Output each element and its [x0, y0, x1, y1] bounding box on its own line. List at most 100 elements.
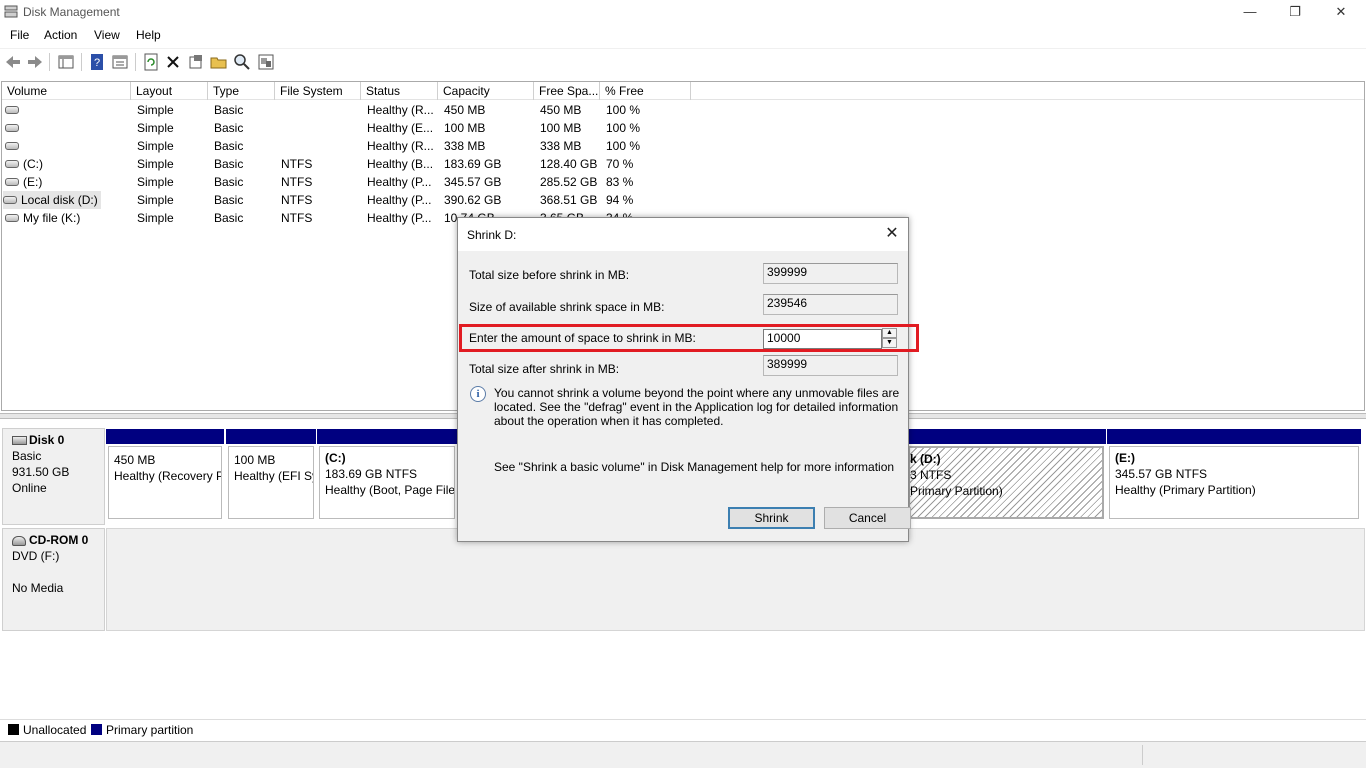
drive-icon — [5, 159, 19, 168]
legend-primary: Primary partition — [91, 723, 193, 737]
status-cell: Healthy (P... — [367, 211, 432, 225]
free-cell: 450 MB — [540, 103, 582, 117]
table-row[interactable]: Simple Basic Healthy (R... 338 MB 338 MB… — [2, 137, 1364, 155]
window-title: Disk Management — [23, 5, 120, 19]
properties-list-icon[interactable] — [110, 52, 130, 72]
free-cell: 338 MB — [540, 139, 582, 153]
partition-efi[interactable]: 100 MB Healthy (EFI Sy — [226, 429, 316, 521]
col-file-system[interactable]: File System — [275, 82, 361, 100]
status-cell: Healthy (R... — [367, 139, 434, 153]
col-type[interactable]: Type — [208, 82, 275, 100]
explore-icon[interactable] — [232, 52, 252, 72]
partition-bar — [226, 429, 316, 444]
help-icon[interactable]: ? — [87, 52, 107, 72]
menu-help[interactable]: Help — [136, 28, 161, 42]
layout-cell: Simple — [137, 121, 174, 135]
type-cell: Basic — [214, 139, 244, 153]
volume-cell: Local disk (D:) — [3, 191, 101, 209]
partition-c[interactable]: (C:) 183.69 GB NTFS Healthy (Boot, Page … — [317, 429, 457, 521]
free-cell: 100 MB — [540, 121, 582, 135]
forward-icon[interactable] — [25, 52, 45, 72]
spin-up-icon[interactable]: ▲ — [882, 328, 897, 338]
drive-icon — [5, 105, 19, 114]
drive-icon — [5, 141, 19, 150]
col-free-space[interactable]: Free Spa... — [534, 82, 600, 100]
partition-bar — [908, 429, 1106, 444]
dialog-titlebar: Shrink D: ✕ — [458, 218, 908, 251]
menu-bar: File Action View Help — [0, 24, 1366, 46]
col-volume[interactable]: Volume — [2, 82, 131, 100]
volume-list-header: Volume Layout Type File System Status Ca… — [2, 82, 1364, 100]
table-row[interactable]: (E:) Simple Basic NTFS Healthy (P... 345… — [2, 173, 1364, 191]
menu-view[interactable]: View — [94, 28, 120, 42]
cdrom0-name: CD-ROM 0 — [29, 533, 89, 547]
legend: Unallocated Primary partition — [0, 719, 1366, 739]
shrink-amount-input[interactable]: 10000 — [763, 329, 882, 349]
status-cell: Healthy (R... — [367, 103, 434, 117]
menu-action[interactable]: Action — [44, 28, 77, 42]
partition-d[interactable]: k (D:) 3 NTFS Primary Partition) — [908, 429, 1106, 521]
properties-icon[interactable] — [186, 52, 206, 72]
total-before-field: 399999 — [763, 263, 898, 284]
minimize-button[interactable]: — — [1227, 0, 1273, 24]
delete-icon[interactable] — [163, 52, 183, 72]
disk0-name: Disk 0 — [29, 433, 65, 447]
fs-cell — [281, 119, 361, 137]
disk0-status: Online — [12, 481, 47, 495]
shrink-dialog: Shrink D: ✕ Total size before shrink in … — [457, 217, 919, 542]
amount-label: Enter the amount of space to shrink in M… — [469, 331, 696, 345]
menu-file[interactable]: File — [10, 28, 29, 42]
spin-down-icon[interactable]: ▼ — [882, 338, 897, 348]
partition-e[interactable]: (E:) 345.57 GB NTFS Healthy (Primary Par… — [1107, 429, 1361, 521]
capacity-cell: 183.69 GB — [444, 157, 502, 171]
status-cell: Healthy (E... — [367, 121, 434, 135]
type-cell: Basic — [214, 193, 244, 207]
total-after-field: 389999 — [763, 355, 898, 376]
fs-cell: NTFS — [281, 157, 313, 171]
col-layout[interactable]: Layout — [131, 82, 208, 100]
fs-cell — [281, 101, 361, 119]
restore-button[interactable]: ❐ — [1272, 0, 1318, 24]
status-cell: Healthy (P... — [367, 175, 432, 189]
table-row[interactable]: Simple Basic Healthy (E... 100 MB 100 MB… — [2, 119, 1364, 137]
dialog-title: Shrink D: — [467, 228, 517, 242]
layout-cell: Simple — [137, 193, 174, 207]
svg-text:?: ? — [94, 57, 100, 69]
primary-swatch — [91, 724, 102, 735]
status-cell: Healthy (B... — [367, 157, 434, 171]
console-tree-icon[interactable] — [56, 52, 76, 72]
partition-body: (E:) 345.57 GB NTFS Healthy (Primary Par… — [1109, 446, 1359, 519]
table-row[interactable]: (C:) Simple Basic NTFS Healthy (B... 183… — [2, 155, 1364, 173]
close-button[interactable]: ✕ — [1318, 0, 1364, 24]
cdrom-icon — [12, 535, 26, 546]
percent-cell: 100 % — [606, 103, 641, 117]
disk0-type: Basic — [12, 449, 42, 463]
col-status[interactable]: Status — [361, 82, 438, 100]
back-icon[interactable] — [3, 52, 23, 72]
layout-cell: Simple — [137, 103, 174, 117]
dialog-close-icon[interactable]: ✕ — [882, 224, 902, 244]
cdrom0-type: DVD (F:) — [12, 549, 60, 563]
percent-cell: 94 % — [606, 193, 634, 207]
disk0-info[interactable]: Disk 0 Basic 931.50 GB Online — [2, 428, 105, 525]
total-before-label: Total size before shrink in MB: — [469, 268, 630, 282]
refresh-icon[interactable] — [141, 52, 161, 72]
cancel-button[interactable]: Cancel — [824, 507, 911, 529]
partition-bar — [1107, 429, 1361, 444]
volume-cell — [5, 119, 131, 137]
cdrom0-info[interactable]: CD-ROM 0 DVD (F:) No Media — [2, 528, 105, 631]
drive-icon — [5, 177, 19, 186]
help-topics-icon[interactable] — [256, 52, 276, 72]
shrink-button[interactable]: Shrink — [728, 507, 815, 529]
col-capacity[interactable]: Capacity — [438, 82, 534, 100]
capacity-cell: 345.57 GB — [444, 175, 502, 189]
partition-recovery[interactable]: 450 MB Healthy (Recovery P — [106, 429, 224, 521]
disk-icon — [12, 436, 27, 446]
available-label: Size of available shrink space in MB: — [469, 300, 665, 314]
table-row[interactable]: Local disk (D:) Simple Basic NTFS Health… — [2, 191, 1364, 209]
open-icon[interactable] — [209, 52, 229, 72]
table-row[interactable]: Simple Basic Healthy (R... 450 MB 450 MB… — [2, 101, 1364, 119]
cdrom0-area[interactable] — [106, 528, 1365, 631]
volume-cell: (C:) — [5, 155, 131, 173]
col-percent-free[interactable]: % Free — [600, 82, 691, 100]
